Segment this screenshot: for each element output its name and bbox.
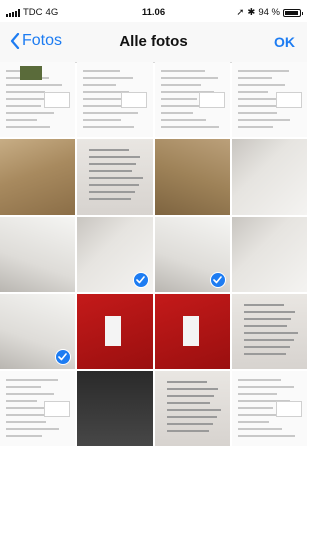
photo-thumbnail[interactable] (231, 371, 307, 447)
photo-thumbnail[interactable] (77, 139, 153, 215)
photo-thumbnail[interactable] (231, 293, 307, 369)
photo-thumbnail[interactable] (154, 62, 230, 138)
photo-thumbnail[interactable] (77, 216, 153, 292)
photo-thumbnail[interactable] (77, 62, 153, 138)
battery-icon (283, 8, 303, 17)
photo-thumbnail[interactable] (154, 216, 230, 292)
photo-thumbnail[interactable] (0, 371, 76, 447)
photo-thumbnail[interactable] (231, 216, 307, 292)
checkmark-icon (132, 271, 149, 288)
page-title: Alle fotos (119, 33, 188, 50)
photo-grid (0, 62, 307, 447)
photo-thumbnail[interactable] (154, 371, 230, 447)
checkmark-icon (55, 349, 72, 365)
photo-thumbnail[interactable] (231, 62, 307, 138)
navigation-bar: Fotos Alle fotos OK (0, 22, 307, 63)
photo-thumbnail[interactable] (0, 293, 76, 369)
bluetooth-icon: ✱ (247, 7, 256, 18)
photo-thumbnail[interactable] (77, 371, 153, 447)
photo-thumbnail[interactable] (231, 139, 307, 215)
location-icon: ➚ (236, 7, 245, 18)
photo-thumbnail[interactable] (0, 62, 76, 138)
battery-percent: 94 % (258, 7, 280, 18)
checkmark-icon (209, 271, 226, 288)
photo-thumbnail[interactable] (154, 139, 230, 215)
photo-thumbnail[interactable] (0, 139, 76, 215)
photo-thumbnail[interactable] (154, 293, 230, 369)
ok-button[interactable]: OK (274, 34, 295, 50)
status-bar: TDC 4G 11.06 ➚ ✱ 94 % (0, 0, 307, 22)
photo-thumbnail[interactable] (0, 216, 76, 292)
photo-thumbnail[interactable] (77, 293, 153, 369)
